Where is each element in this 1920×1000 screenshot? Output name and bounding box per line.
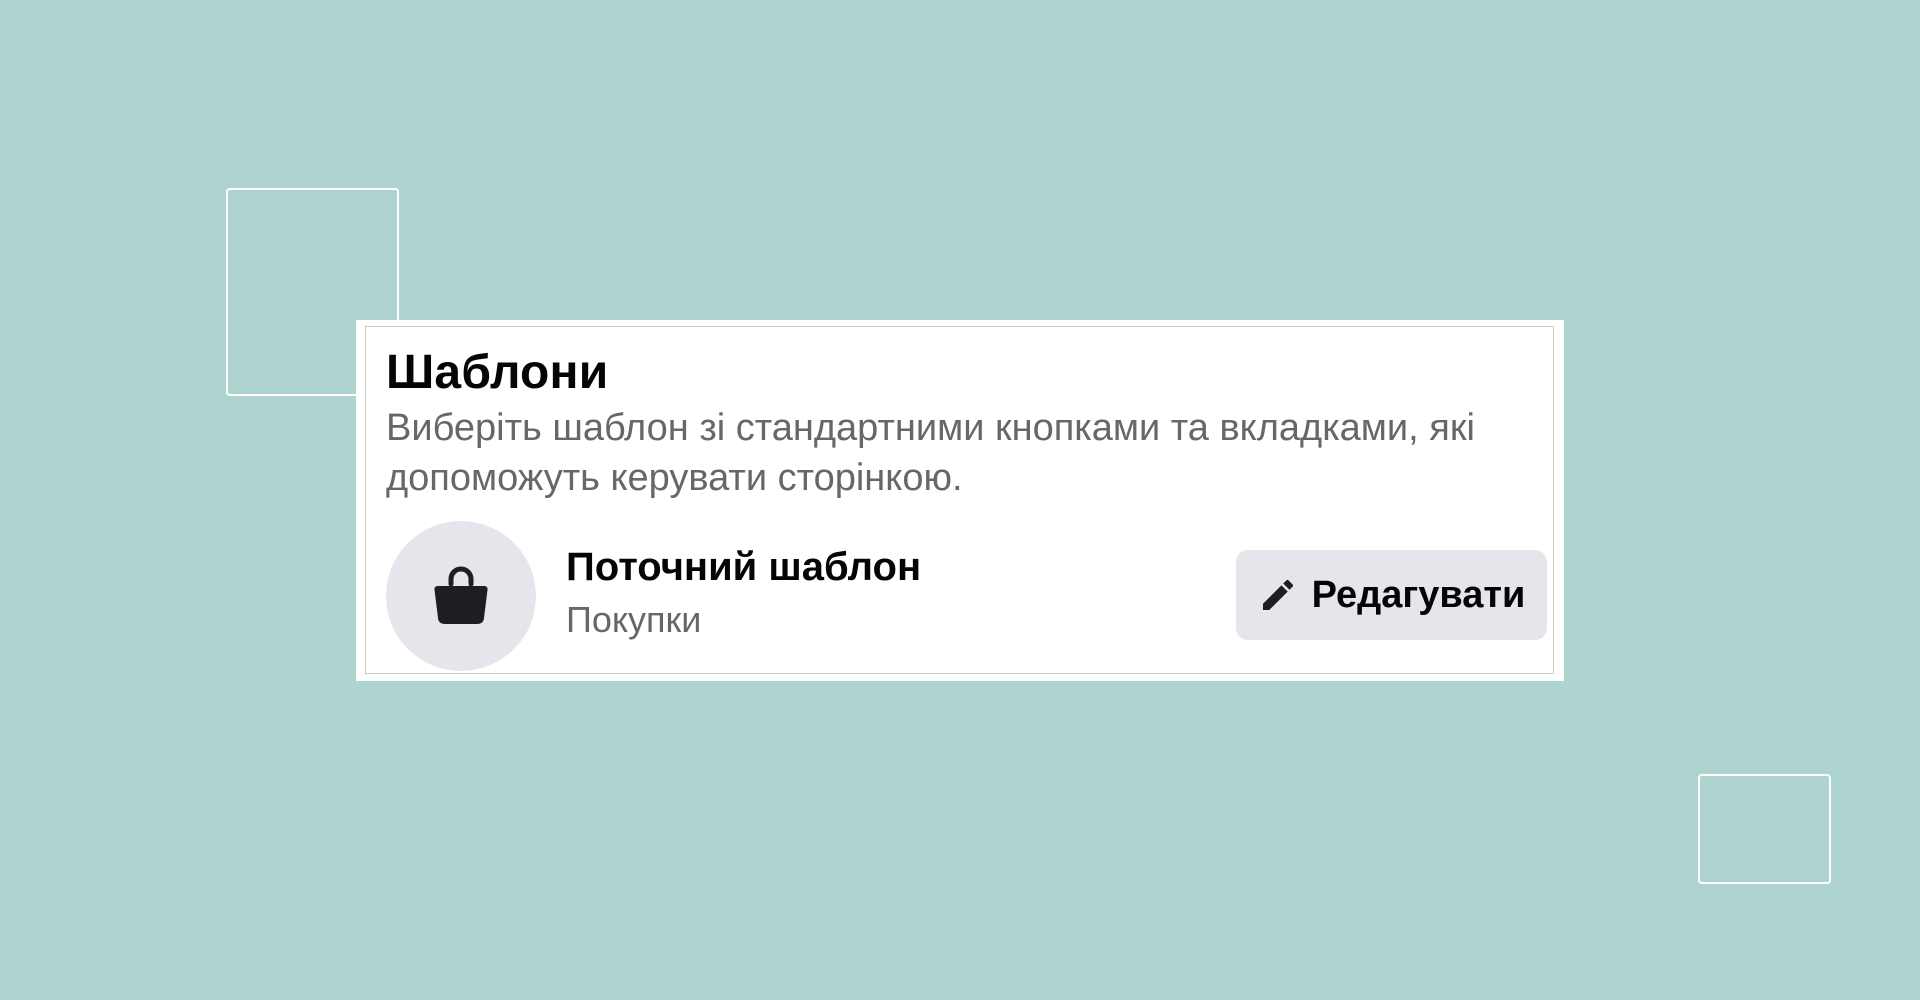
templates-card-border: Шаблони Виберіть шаблон зі стандартними … xyxy=(365,326,1554,674)
edit-button[interactable]: Редагувати xyxy=(1236,550,1547,640)
templates-description: Виберіть шаблон зі стандартними кнопками… xyxy=(386,407,1475,499)
template-avatar xyxy=(386,521,536,671)
pencil-icon xyxy=(1258,575,1298,615)
shopping-bag-icon xyxy=(432,566,490,626)
edit-button-label: Редагувати xyxy=(1311,573,1526,616)
current-template-row: Поточний шаблон Покупки Редагувати xyxy=(366,521,1553,671)
current-template-label: Поточний шаблон xyxy=(566,545,922,589)
decorative-frame-right xyxy=(1698,774,1831,884)
templates-title: Шаблони xyxy=(386,346,609,399)
current-template-value: Покупки xyxy=(566,599,702,640)
page-background: Шаблони Виберіть шаблон зі стандартними … xyxy=(0,0,1920,1000)
templates-card: Шаблони Виберіть шаблон зі стандартними … xyxy=(356,320,1564,681)
